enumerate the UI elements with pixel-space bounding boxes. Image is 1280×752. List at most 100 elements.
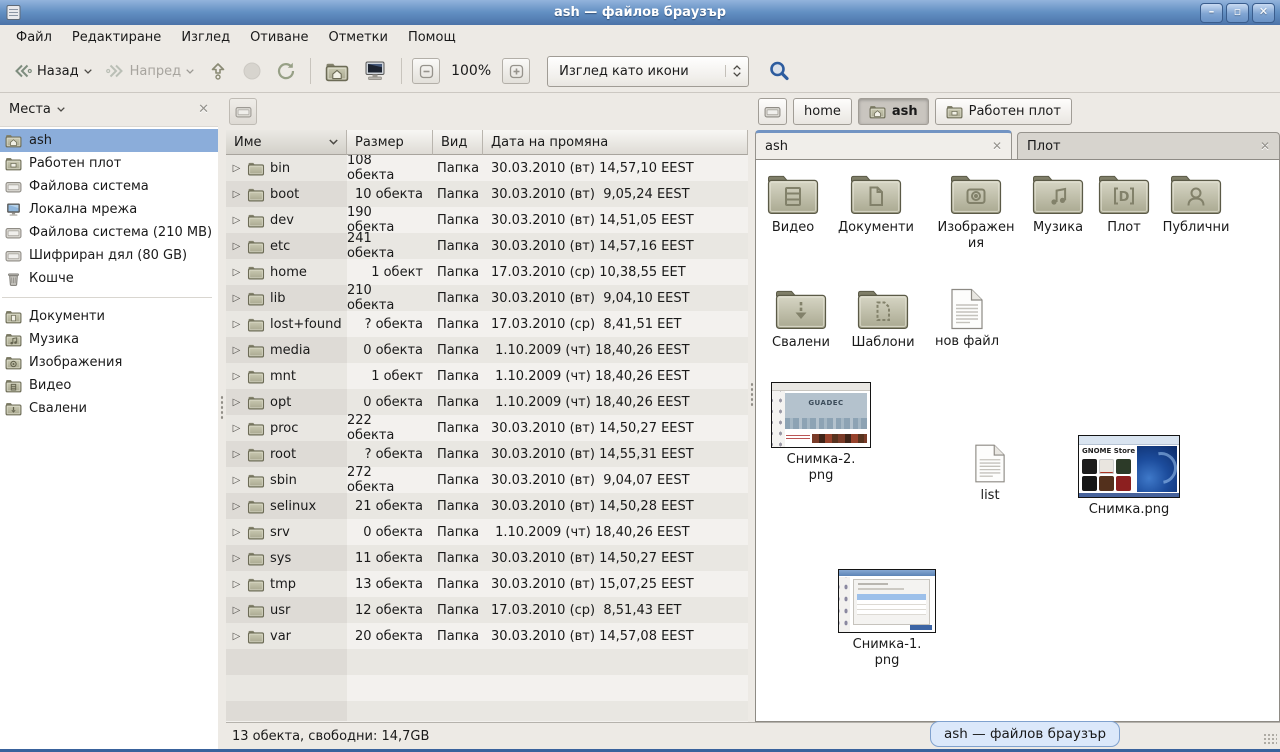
expander-icon[interactable]: ▷	[231, 449, 242, 460]
place-item[interactable]: Кошче	[0, 267, 218, 290]
expander-icon[interactable]: ▷	[231, 631, 242, 642]
view-mode-select[interactable]: Изглед като икони	[547, 56, 749, 87]
place-item[interactable]: Видео	[0, 374, 218, 397]
breadcrumb-ash-button[interactable]: ash	[858, 98, 929, 125]
icon-item-snimka[interactable]: GNOME Store Снимка.png	[1078, 435, 1180, 518]
icon-item-videos[interactable]: Видео	[755, 172, 839, 236]
maximize-button[interactable]: ▫	[1226, 3, 1249, 23]
place-item[interactable]: ash	[0, 129, 218, 152]
sidebar-title[interactable]: Места	[9, 102, 51, 117]
tab-plot[interactable]: Плот ✕	[1017, 132, 1280, 159]
up-button[interactable]	[201, 57, 235, 85]
table-row[interactable]: ▷ var 20 обекта Папка 30.03.2010 (вт) 14…	[226, 623, 748, 649]
table-row[interactable]: ▷ proc 222 обекта Папка 30.03.2010 (вт) …	[226, 415, 748, 441]
expander-icon[interactable]: ▷	[231, 501, 242, 512]
icon-item-documents[interactable]: Документи	[830, 172, 922, 236]
table-row[interactable]: ▷ lib 210 обекта Папка 30.03.2010 (вт) 9…	[226, 285, 748, 311]
expander-icon[interactable]: ▷	[231, 579, 242, 590]
back-dropdown-icon[interactable]	[84, 69, 92, 74]
icon-item-list[interactable]: list	[944, 443, 1036, 504]
icon-item-templates[interactable]: Шаблони	[837, 287, 929, 351]
expander-icon[interactable]: ▷	[231, 397, 242, 408]
column-header-size[interactable]: Размер	[347, 130, 433, 155]
icon-item-pictures[interactable]: Изображения	[930, 172, 1022, 251]
resize-grip[interactable]	[1263, 733, 1277, 746]
menu-edit[interactable]: Редактиране	[62, 27, 171, 48]
tab-close-icon[interactable]: ✕	[992, 139, 1002, 153]
table-row[interactable]: ▷ home 1 обект Папка 17.03.2010 (ср) 10,…	[226, 259, 748, 285]
tab-ash[interactable]: ash ✕	[755, 130, 1012, 159]
expander-icon[interactable]: ▷	[231, 345, 242, 356]
pane-divider[interactable]	[748, 93, 755, 722]
menu-view[interactable]: Изглед	[171, 27, 240, 48]
table-row[interactable]: ▷ etc 241 обекта Папка 30.03.2010 (вт) 1…	[226, 233, 748, 259]
root-location-button[interactable]	[229, 98, 257, 125]
expander-icon[interactable]: ▷	[231, 475, 242, 486]
place-item[interactable]: Локална мрежа	[0, 198, 218, 221]
zoom-in-button[interactable]	[502, 58, 530, 84]
computer-button[interactable]	[356, 56, 394, 86]
expander-icon[interactable]: ▷	[231, 241, 242, 252]
expander-icon[interactable]: ▷	[231, 423, 242, 434]
minimize-button[interactable]: –	[1200, 3, 1223, 23]
place-item[interactable]: Музика	[0, 328, 218, 351]
expander-icon[interactable]: ▷	[231, 371, 242, 382]
table-row[interactable]: ▷ boot 10 обекта Папка 30.03.2010 (вт) 9…	[226, 181, 748, 207]
table-row[interactable]: ▷ opt 0 обекта Папка 1.10.2009 (чт) 18,4…	[226, 389, 748, 415]
column-header-date[interactable]: Дата на промяна	[483, 130, 748, 155]
expander-icon[interactable]: ▷	[231, 293, 242, 304]
zoom-out-button[interactable]	[412, 58, 440, 84]
expander-icon[interactable]: ▷	[231, 189, 242, 200]
place-item[interactable]: Файлова система	[0, 175, 218, 198]
icon-item-snimka1[interactable]: Снимка-1.png	[838, 569, 936, 668]
table-row[interactable]: ▷ lost+found ? обекта Папка 17.03.2010 (…	[226, 311, 748, 337]
reload-button[interactable]	[269, 57, 303, 85]
place-item[interactable]: Свалени	[0, 397, 218, 420]
table-row[interactable]: ▷ root ? обекта Папка 30.03.2010 (вт) 14…	[226, 441, 748, 467]
icon-view[interactable]: Видео Документи Изображения Музика Плот …	[755, 159, 1280, 722]
expander-icon[interactable]: ▷	[231, 553, 242, 564]
menu-help[interactable]: Помощ	[398, 27, 466, 48]
expander-icon[interactable]: ▷	[231, 215, 242, 226]
place-item[interactable]: Шифриран дял (80 GB)	[0, 244, 218, 267]
place-item[interactable]: Работен плот	[0, 152, 218, 175]
icon-item-new-file[interactable]: нов файл	[921, 288, 1013, 350]
breadcrumb-desktop-button[interactable]: Работен плот	[935, 98, 1072, 125]
expander-icon[interactable]: ▷	[231, 319, 242, 330]
table-row[interactable]: ▷ tmp 13 обекта Папка 30.03.2010 (вт) 15…	[226, 571, 748, 597]
search-button[interactable]	[761, 56, 797, 86]
column-header-name[interactable]: Име	[226, 130, 347, 155]
expander-icon[interactable]: ▷	[231, 163, 242, 174]
table-row[interactable]: ▷ sbin 272 обекта Папка 30.03.2010 (вт) …	[226, 467, 748, 493]
breadcrumb-root-button[interactable]	[758, 98, 787, 125]
close-button[interactable]: ✕	[1252, 3, 1275, 23]
icon-item-downloads[interactable]: Свалени	[755, 287, 847, 351]
table-row[interactable]: ▷ mnt 1 обект Папка 1.10.2009 (чт) 18,40…	[226, 363, 748, 389]
icon-item-public[interactable]: Публични	[1150, 172, 1242, 236]
place-item[interactable]: Документи	[0, 305, 218, 328]
table-row[interactable]: ▷ usr 12 обекта Папка 17.03.2010 (ср) 8,…	[226, 597, 748, 623]
table-row[interactable]: ▷ bin 108 обекта Папка 30.03.2010 (вт) 1…	[226, 155, 748, 181]
place-item[interactable]: Файлова система (210 MB)	[0, 221, 218, 244]
breadcrumb-home-button[interactable]: home	[793, 98, 852, 125]
back-button[interactable]: Назад	[6, 58, 99, 84]
expander-icon[interactable]: ▷	[231, 527, 242, 538]
icon-item-snimka2[interactable]: GUADEC Снимка-2.png	[771, 382, 871, 483]
forward-dropdown-icon[interactable]	[186, 69, 194, 74]
table-row[interactable]: ▷ selinux 21 обекта Папка 30.03.2010 (вт…	[226, 493, 748, 519]
forward-button[interactable]: Напред	[99, 58, 201, 84]
pane-splitter[interactable]	[218, 93, 226, 749]
sidebar-selector-caret-icon[interactable]	[57, 107, 65, 112]
tab-close-icon[interactable]: ✕	[1260, 139, 1270, 153]
home-button[interactable]	[318, 57, 356, 86]
place-item[interactable]: Изображения	[0, 351, 218, 374]
table-row[interactable]: ▷ media 0 обекта Папка 1.10.2009 (чт) 18…	[226, 337, 748, 363]
menu-go[interactable]: Отиване	[240, 27, 318, 48]
titlebar[interactable]: ash — файлов браузър – ▫ ✕	[0, 0, 1280, 25]
menu-file[interactable]: Файл	[6, 27, 62, 48]
expander-icon[interactable]: ▷	[231, 267, 242, 278]
column-header-type[interactable]: Вид	[433, 130, 483, 155]
menu-bookmarks[interactable]: Отметки	[318, 27, 397, 48]
table-row[interactable]: ▷ srv 0 обекта Папка 1.10.2009 (чт) 18,4…	[226, 519, 748, 545]
table-row[interactable]: ▷ sys 11 обекта Папка 30.03.2010 (вт) 14…	[226, 545, 748, 571]
